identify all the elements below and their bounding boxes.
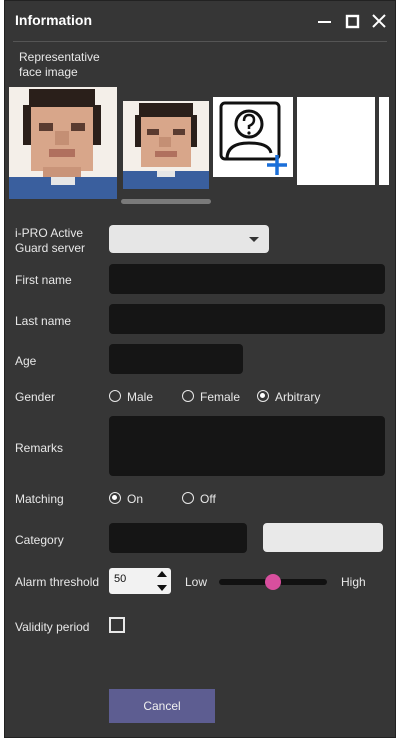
first-name-label: First name	[15, 273, 72, 287]
title-divider	[13, 41, 387, 42]
face-placeholder-2[interactable]	[379, 97, 389, 185]
server-label-line1: i-PRO Active	[15, 226, 84, 240]
cancel-button[interactable]: Cancel	[109, 689, 215, 723]
face-placeholder-1[interactable]	[297, 97, 375, 185]
age-label: Age	[15, 354, 37, 368]
matching-off-radio[interactable]	[182, 492, 194, 504]
category-select[interactable]	[263, 523, 383, 552]
last-name-label: Last name	[15, 314, 72, 328]
gender-label: Gender	[15, 390, 56, 404]
matching-on-label[interactable]: On	[127, 492, 143, 506]
alarm-threshold-value: 50	[114, 573, 127, 585]
stepper-down-icon[interactable]	[157, 585, 167, 591]
chevron-down-icon	[249, 237, 259, 242]
remarks-label: Remarks	[15, 441, 64, 455]
face-image-label-line2: face image	[19, 65, 78, 79]
maximize-icon[interactable]	[341, 9, 365, 33]
information-dialog: Information Representative face image i-…	[4, 0, 396, 738]
alarm-threshold-stepper[interactable]: 50	[109, 568, 171, 594]
add-face-button[interactable]	[213, 97, 293, 177]
gender-arbitrary-radio[interactable]	[257, 390, 269, 402]
matching-off-label[interactable]: Off	[200, 492, 216, 506]
alarm-low-label: Low	[185, 575, 208, 589]
validity-period-label: Validity period	[15, 620, 90, 634]
gender-arbitrary-label[interactable]: Arbitrary	[275, 390, 320, 404]
face-thumbnail-1[interactable]	[9, 87, 117, 199]
age-field[interactable]	[109, 344, 243, 374]
gender-female-radio[interactable]	[182, 390, 194, 402]
matching-label: Matching	[15, 492, 64, 506]
server-select[interactable]	[109, 225, 269, 253]
category-label: Category	[15, 533, 64, 547]
face-thumbnail-2[interactable]	[123, 101, 209, 189]
matching-on-radio[interactable]	[109, 492, 121, 504]
minimize-icon[interactable]	[313, 9, 337, 33]
face-thumbnails	[9, 87, 389, 199]
category-field[interactable]	[109, 523, 247, 553]
alarm-high-label: High	[341, 575, 366, 589]
validity-period-checkbox[interactable]	[109, 617, 125, 633]
close-icon[interactable]	[367, 9, 391, 33]
stepper-up-icon[interactable]	[157, 571, 167, 577]
dialog-title: Information	[15, 12, 92, 28]
add-face-icon	[219, 101, 287, 175]
first-name-field[interactable]	[109, 264, 385, 294]
remarks-field[interactable]	[109, 416, 385, 476]
gender-female-label[interactable]: Female	[200, 390, 240, 404]
title-bar: Information	[5, 1, 395, 41]
last-name-field[interactable]	[109, 304, 385, 334]
thumbnail-scrollbar[interactable]	[121, 199, 211, 204]
server-label-line2: Guard server	[15, 241, 86, 255]
slider-thumb[interactable]	[265, 574, 281, 590]
face-image-label-line1: Representative	[19, 50, 100, 64]
gender-male-label[interactable]: Male	[127, 390, 153, 404]
gender-male-radio[interactable]	[109, 390, 121, 402]
alarm-threshold-label: Alarm threshold	[15, 575, 100, 589]
